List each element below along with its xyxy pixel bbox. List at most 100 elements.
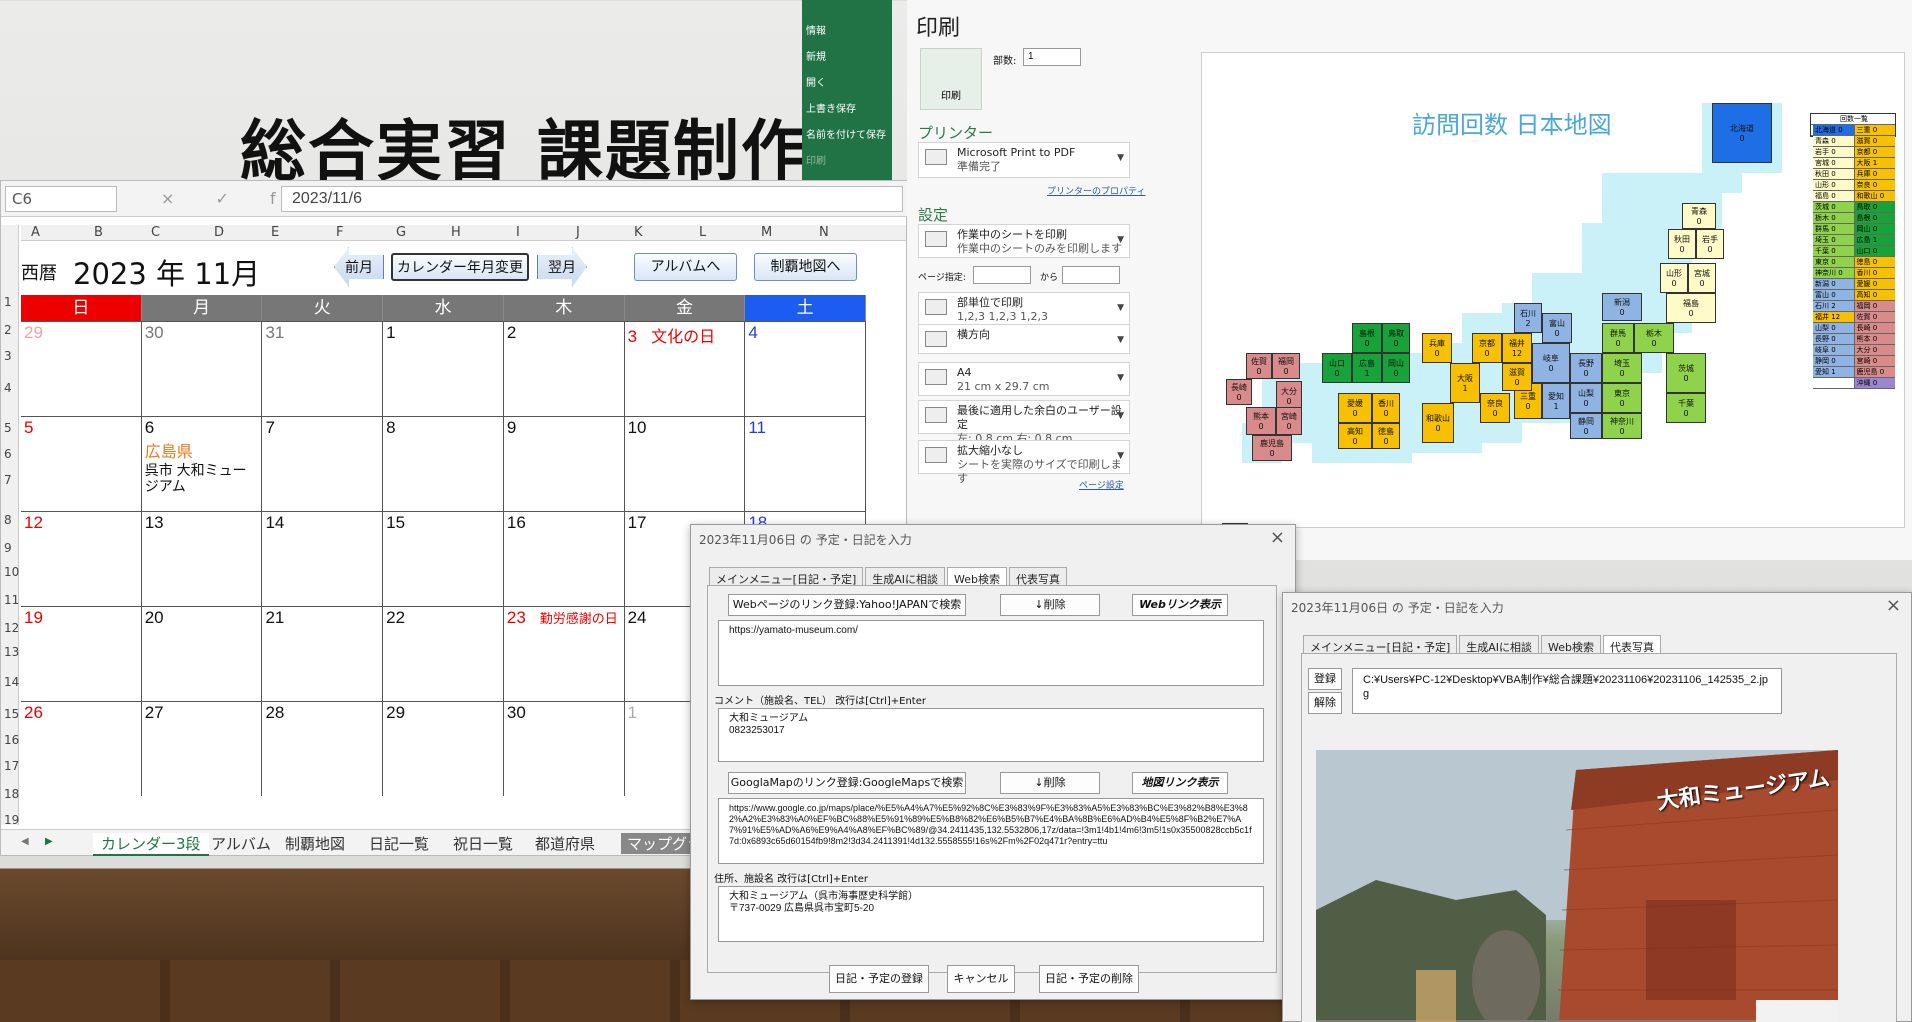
day-cell[interactable]: 14: [262, 512, 384, 606]
row-header[interactable]: 12: [4, 621, 19, 635]
row-header[interactable]: 5: [4, 421, 12, 435]
photo-path-field[interactable]: C:¥Users¥PC-12¥Desktop¥VBA制作¥総合課題¥202311…: [1352, 668, 1782, 714]
column-header[interactable]: A: [31, 225, 40, 240]
row-header[interactable]: 3: [4, 349, 12, 363]
day-cell[interactable]: 5: [21, 417, 142, 511]
row-header[interactable]: 1: [4, 295, 12, 309]
day-cell[interactable]: 19: [21, 607, 142, 701]
column-header[interactable]: M: [761, 225, 772, 240]
day-cell[interactable]: 16: [504, 512, 625, 606]
row-header[interactable]: 18: [4, 787, 19, 801]
row-header[interactable]: 19: [4, 813, 19, 827]
scroll-right-icon[interactable]: ▶: [45, 836, 53, 847]
photo-register-button[interactable]: 登録: [1308, 668, 1342, 690]
address-field[interactable]: 大和ミュージアム（呉市海事歴史科学館） 〒737-0029 広島県呉市宝町5-2…: [718, 886, 1264, 942]
cancel-button[interactable]: キャンセル: [947, 965, 1015, 993]
row-header[interactable]: 7: [4, 473, 12, 487]
change-month-button[interactable]: カレンダー年月変更: [391, 253, 529, 281]
column-header[interactable]: J: [576, 225, 580, 240]
print-button[interactable]: 印刷: [920, 48, 982, 110]
row-header[interactable]: 13: [4, 645, 19, 659]
print-setting[interactable]: 作業中のシートを印刷 作業中のシートのみを印刷します ▼: [918, 224, 1130, 258]
pages-from-input[interactable]: [973, 266, 1031, 284]
day-cell[interactable]: 30: [504, 702, 625, 796]
row-header[interactable]: 2: [4, 323, 12, 337]
sheet-tab[interactable]: 祝日一覧: [453, 833, 513, 854]
map-url-field[interactable]: https://www.google.co.jp/maps/place/%E5%…: [718, 798, 1264, 864]
day-cell[interactable]: 31: [262, 322, 384, 416]
print-setting[interactable]: 拡大縮小なし シートを実際のサイズで印刷します ▼: [918, 440, 1130, 485]
day-cell[interactable]: 9: [504, 417, 625, 511]
backstage-menu-item[interactable]: 印刷: [806, 152, 826, 167]
day-cell[interactable]: 27: [142, 702, 263, 796]
backstage-menu-item[interactable]: 情報: [806, 22, 826, 37]
printer-properties-link[interactable]: プリンターのプロパティ: [1047, 184, 1145, 197]
name-box[interactable]: C6: [5, 186, 117, 212]
register-entry-button[interactable]: 日記・予定の登録: [829, 965, 929, 993]
comment-field[interactable]: 大和ミュージアム 0823253017: [718, 708, 1264, 762]
row-header[interactable]: 16: [4, 733, 19, 747]
day-cell[interactable]: 29: [21, 322, 142, 416]
day-cell[interactable]: 6 広島県 呉市 大和ミュー ジアム: [142, 417, 263, 511]
column-header[interactable]: C: [151, 225, 160, 240]
column-header[interactable]: F: [336, 225, 343, 240]
row-header[interactable]: 4: [4, 381, 12, 395]
day-cell[interactable]: 26: [21, 702, 142, 796]
day-cell[interactable]: 13: [142, 512, 263, 606]
print-setting[interactable]: 最後に適用した余白のユーザー設定 左: 0.8 cm 右: 0.8 cm ▼: [918, 400, 1130, 445]
day-cell[interactable]: 1: [383, 322, 504, 416]
print-setting[interactable]: 横方向 ▼: [918, 324, 1130, 354]
printer-select[interactable]: Microsoft Print to PDF 準備完了 ▼: [918, 142, 1130, 178]
day-cell[interactable]: 2: [504, 322, 625, 416]
print-setting[interactable]: 部単位で印刷 1,2,3 1,2,3 1,2,3 ▼: [918, 292, 1130, 326]
row-header[interactable]: 10: [4, 565, 19, 579]
column-header[interactable]: B: [94, 225, 103, 240]
backstage-menu-item[interactable]: 開く: [806, 74, 826, 89]
backstage-menu-item[interactable]: 新規: [806, 48, 826, 63]
delete-entry-button[interactable]: 日記・予定の削除: [1039, 965, 1139, 993]
close-icon[interactable]: ×: [1270, 527, 1285, 548]
close-icon[interactable]: ×: [1886, 595, 1901, 616]
web-url-field[interactable]: https://yamato-museum.com/: [718, 620, 1264, 686]
album-button[interactable]: アルバムへ: [634, 253, 737, 281]
row-header[interactable]: 9: [4, 541, 12, 555]
day-cell[interactable]: 8: [383, 417, 504, 511]
column-header[interactable]: N: [819, 225, 829, 240]
photo-release-button[interactable]: 解除: [1308, 692, 1342, 714]
row-header[interactable]: 11: [4, 593, 19, 607]
sheet-tab[interactable]: アルバム: [211, 833, 271, 854]
day-cell[interactable]: 30: [142, 322, 263, 416]
day-cell[interactable]: 7: [262, 417, 384, 511]
sheet-tab[interactable]: カレンダー3段: [93, 833, 209, 856]
column-header[interactable]: I: [516, 225, 520, 240]
column-header[interactable]: D: [214, 225, 224, 240]
sheet-tab[interactable]: 日記一覧: [369, 833, 429, 854]
row-header[interactable]: 17: [4, 759, 19, 773]
sheet-tab[interactable]: 都道府県: [535, 833, 595, 854]
backstage-menu-item[interactable]: 名前を付けて保存: [806, 126, 886, 141]
web-delete-button[interactable]: ↓削除: [1000, 594, 1100, 616]
map-link-show-button[interactable]: 地図リンク表示: [1132, 772, 1228, 794]
day-cell[interactable]: 4: [745, 322, 867, 416]
page-setup-link[interactable]: ページ設定: [1079, 478, 1124, 491]
day-cell[interactable]: 21: [262, 607, 384, 701]
sheet-tab[interactable]: 制覇地図: [285, 833, 345, 854]
prev-month-button[interactable]: 前月: [334, 247, 384, 287]
map-button[interactable]: 制覇地図へ: [754, 253, 857, 281]
row-header[interactable]: 15: [4, 707, 19, 721]
column-header[interactable]: K: [634, 225, 643, 240]
web-link-register-button[interactable]: Webページのリンク登録:Yahoo!JAPANで検索: [728, 594, 966, 616]
pages-to-input[interactable]: [1062, 266, 1120, 284]
day-cell[interactable]: 20: [142, 607, 263, 701]
day-cell[interactable]: 11: [745, 417, 867, 511]
column-header[interactable]: H: [451, 225, 461, 240]
day-cell[interactable]: 29: [383, 702, 504, 796]
day-cell[interactable]: 3 文化の日: [625, 322, 746, 416]
row-header[interactable]: 14: [4, 675, 19, 689]
day-cell[interactable]: 28: [262, 702, 384, 796]
map-delete-button[interactable]: ↓削除: [1000, 772, 1100, 794]
map-link-register-button[interactable]: GooglaMapのリンク登録:GoogleMapsで検索: [728, 772, 966, 794]
backstage-menu-item[interactable]: 上書き保存: [806, 100, 856, 115]
day-cell[interactable]: 12: [21, 512, 142, 606]
column-header[interactable]: E: [271, 225, 279, 240]
